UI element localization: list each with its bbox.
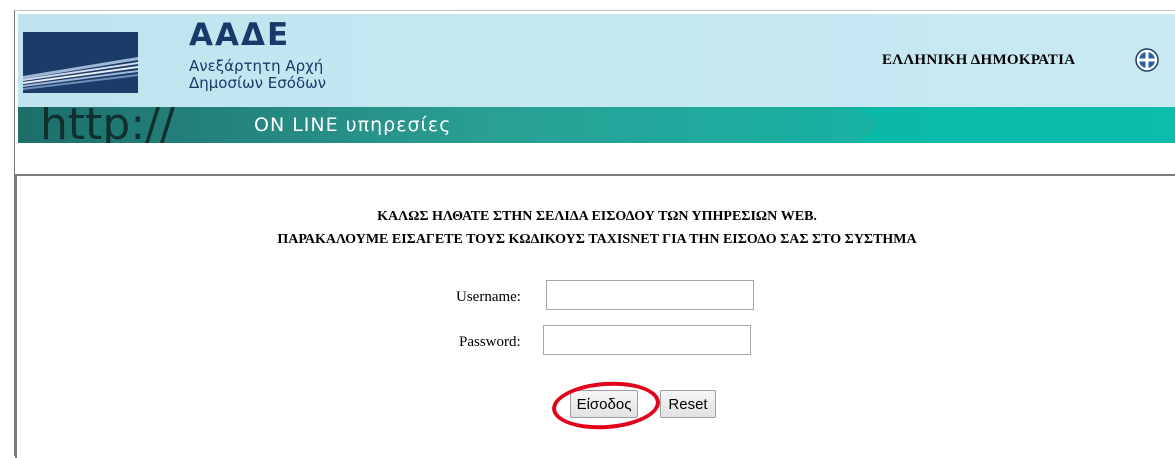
username-input[interactable]	[546, 280, 754, 310]
aade-logo-icon	[23, 32, 138, 93]
header-top-band: ΑΑΔΕ Ανεξάρτητη Αρχή Δημοσίων Εσόδων ΕΛΛ…	[18, 14, 1175, 107]
page-frame: ΑΑΔΕ Ανεξάρτητη Αρχή Δημοσίων Εσόδων ΕΛΛ…	[14, 10, 1175, 458]
password-input[interactable]	[543, 325, 751, 355]
banner-services-text: ON LINE υπηρεσίες	[254, 114, 452, 136]
site-header: ΑΑΔΕ Ανεξάρτητη Αρχή Δημοσίων Εσόδων ΕΛΛ…	[18, 14, 1175, 144]
greek-emblem-icon	[1135, 48, 1159, 72]
login-panel: ΚΑΛΩΣ ΗΛΘΑΤΕ ΣΤΗΝ ΣΕΛΙΔΑ ΕΙΣΟΔΟΥ ΤΩΝ ΥΠΗ…	[15, 174, 1175, 458]
logo-subtitle-line1: Ανεξάρτητη Αρχή	[189, 57, 324, 75]
online-services-banner: http:// ON LINE υπηρεσίες	[18, 107, 1175, 143]
welcome-line-1: ΚΑΛΩΣ ΗΛΘΑΤΕ ΣΤΗΝ ΣΕΛΙΔΑ ΕΙΣΟΔΟΥ ΤΩΝ ΥΠΗ…	[377, 209, 817, 224]
logo-subtitle: Ανεξάρτητη Αρχή Δημοσίων Εσόδων	[189, 58, 326, 92]
username-label: Username:	[456, 289, 521, 305]
logo-subtitle-line2: Δημοσίων Εσόδων	[189, 74, 327, 92]
logo-title: ΑΑΔΕ	[189, 17, 291, 53]
highlight-circle	[550, 378, 662, 433]
reset-button[interactable]: Reset	[660, 390, 716, 418]
government-label: ΕΛΛΗΝΙΚΗ ΔΗΜΟΚΡΑΤΙΑ	[882, 52, 1076, 68]
banner-http-text: http://	[40, 107, 175, 143]
password-label: Password:	[459, 334, 521, 350]
welcome-line-2: ΠΑΡΑΚΑΛΟΥΜΕ ΕΙΣΑΓΕΤΕ ΤΟΥΣ ΚΩΔΙΚΟΥΣ TAXIS…	[277, 232, 917, 247]
